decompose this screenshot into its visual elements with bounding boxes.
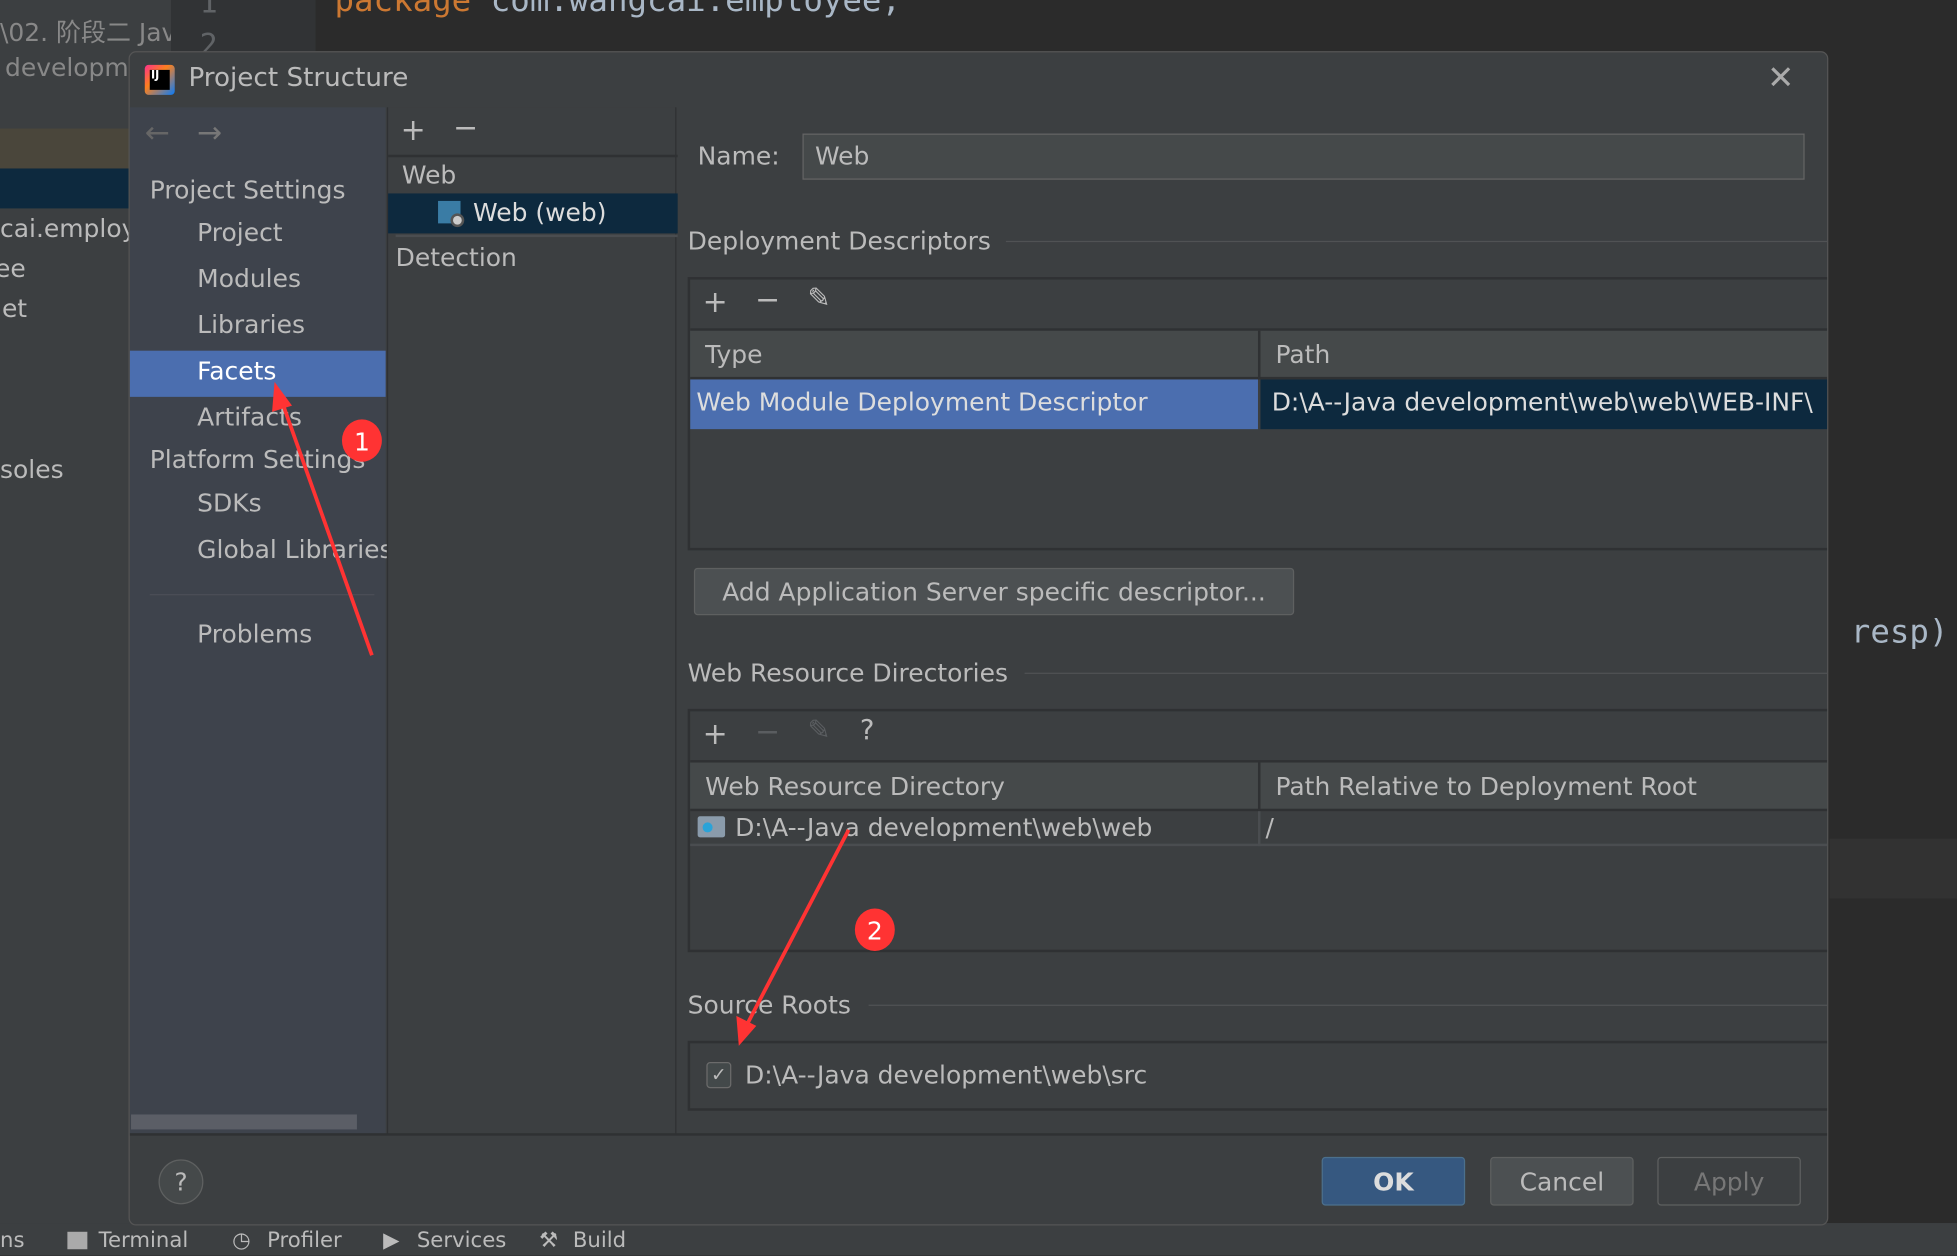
annotation-overlay: 1 2 bbox=[272, 381, 895, 1046]
annotation-arrow-2 bbox=[744, 829, 851, 1027]
annotation-arrowhead-1 bbox=[272, 381, 293, 412]
annotation-label-1: 1 bbox=[354, 428, 370, 457]
annotation-arrowhead-2 bbox=[736, 1015, 757, 1046]
annotation-label-2: 2 bbox=[867, 917, 883, 946]
